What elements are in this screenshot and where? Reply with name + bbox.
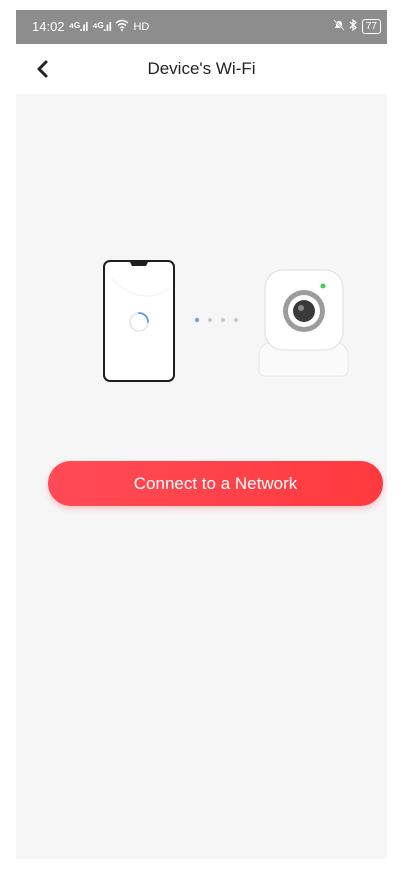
mute-icon	[333, 19, 345, 34]
status-right: 77	[333, 18, 381, 34]
status-bar: 14:02 ⁴ᴳ.ıl ⁴ᴳ.ıl HD 77	[16, 10, 387, 44]
app-screen: 14:02 ⁴ᴳ.ıl ⁴ᴳ.ıl HD 77 Device's Wi-Fi C…	[16, 10, 387, 859]
connect-network-button[interactable]: Connect to a Network	[48, 461, 383, 506]
page-title: Device's Wi-Fi	[147, 59, 256, 78]
connection-illustration	[101, 258, 361, 388]
status-time: 14:02	[32, 19, 65, 34]
signal-icon-2: ⁴ᴳ.ıl	[92, 19, 112, 34]
nav-bar: Device's Wi-Fi	[16, 44, 387, 94]
status-left: 14:02 ⁴ᴳ.ıl ⁴ᴳ.ıl HD	[32, 19, 149, 34]
smartphone-icon	[103, 260, 175, 382]
camera-device-icon	[258, 269, 349, 377]
hd-label: HD	[133, 20, 150, 33]
bluetooth-icon	[349, 18, 358, 34]
signal-icon: ⁴ᴳ.ıl	[68, 19, 89, 34]
connecting-dots-icon	[194, 317, 238, 323]
wifi-icon	[115, 19, 129, 34]
battery-icon: 77	[361, 19, 381, 34]
